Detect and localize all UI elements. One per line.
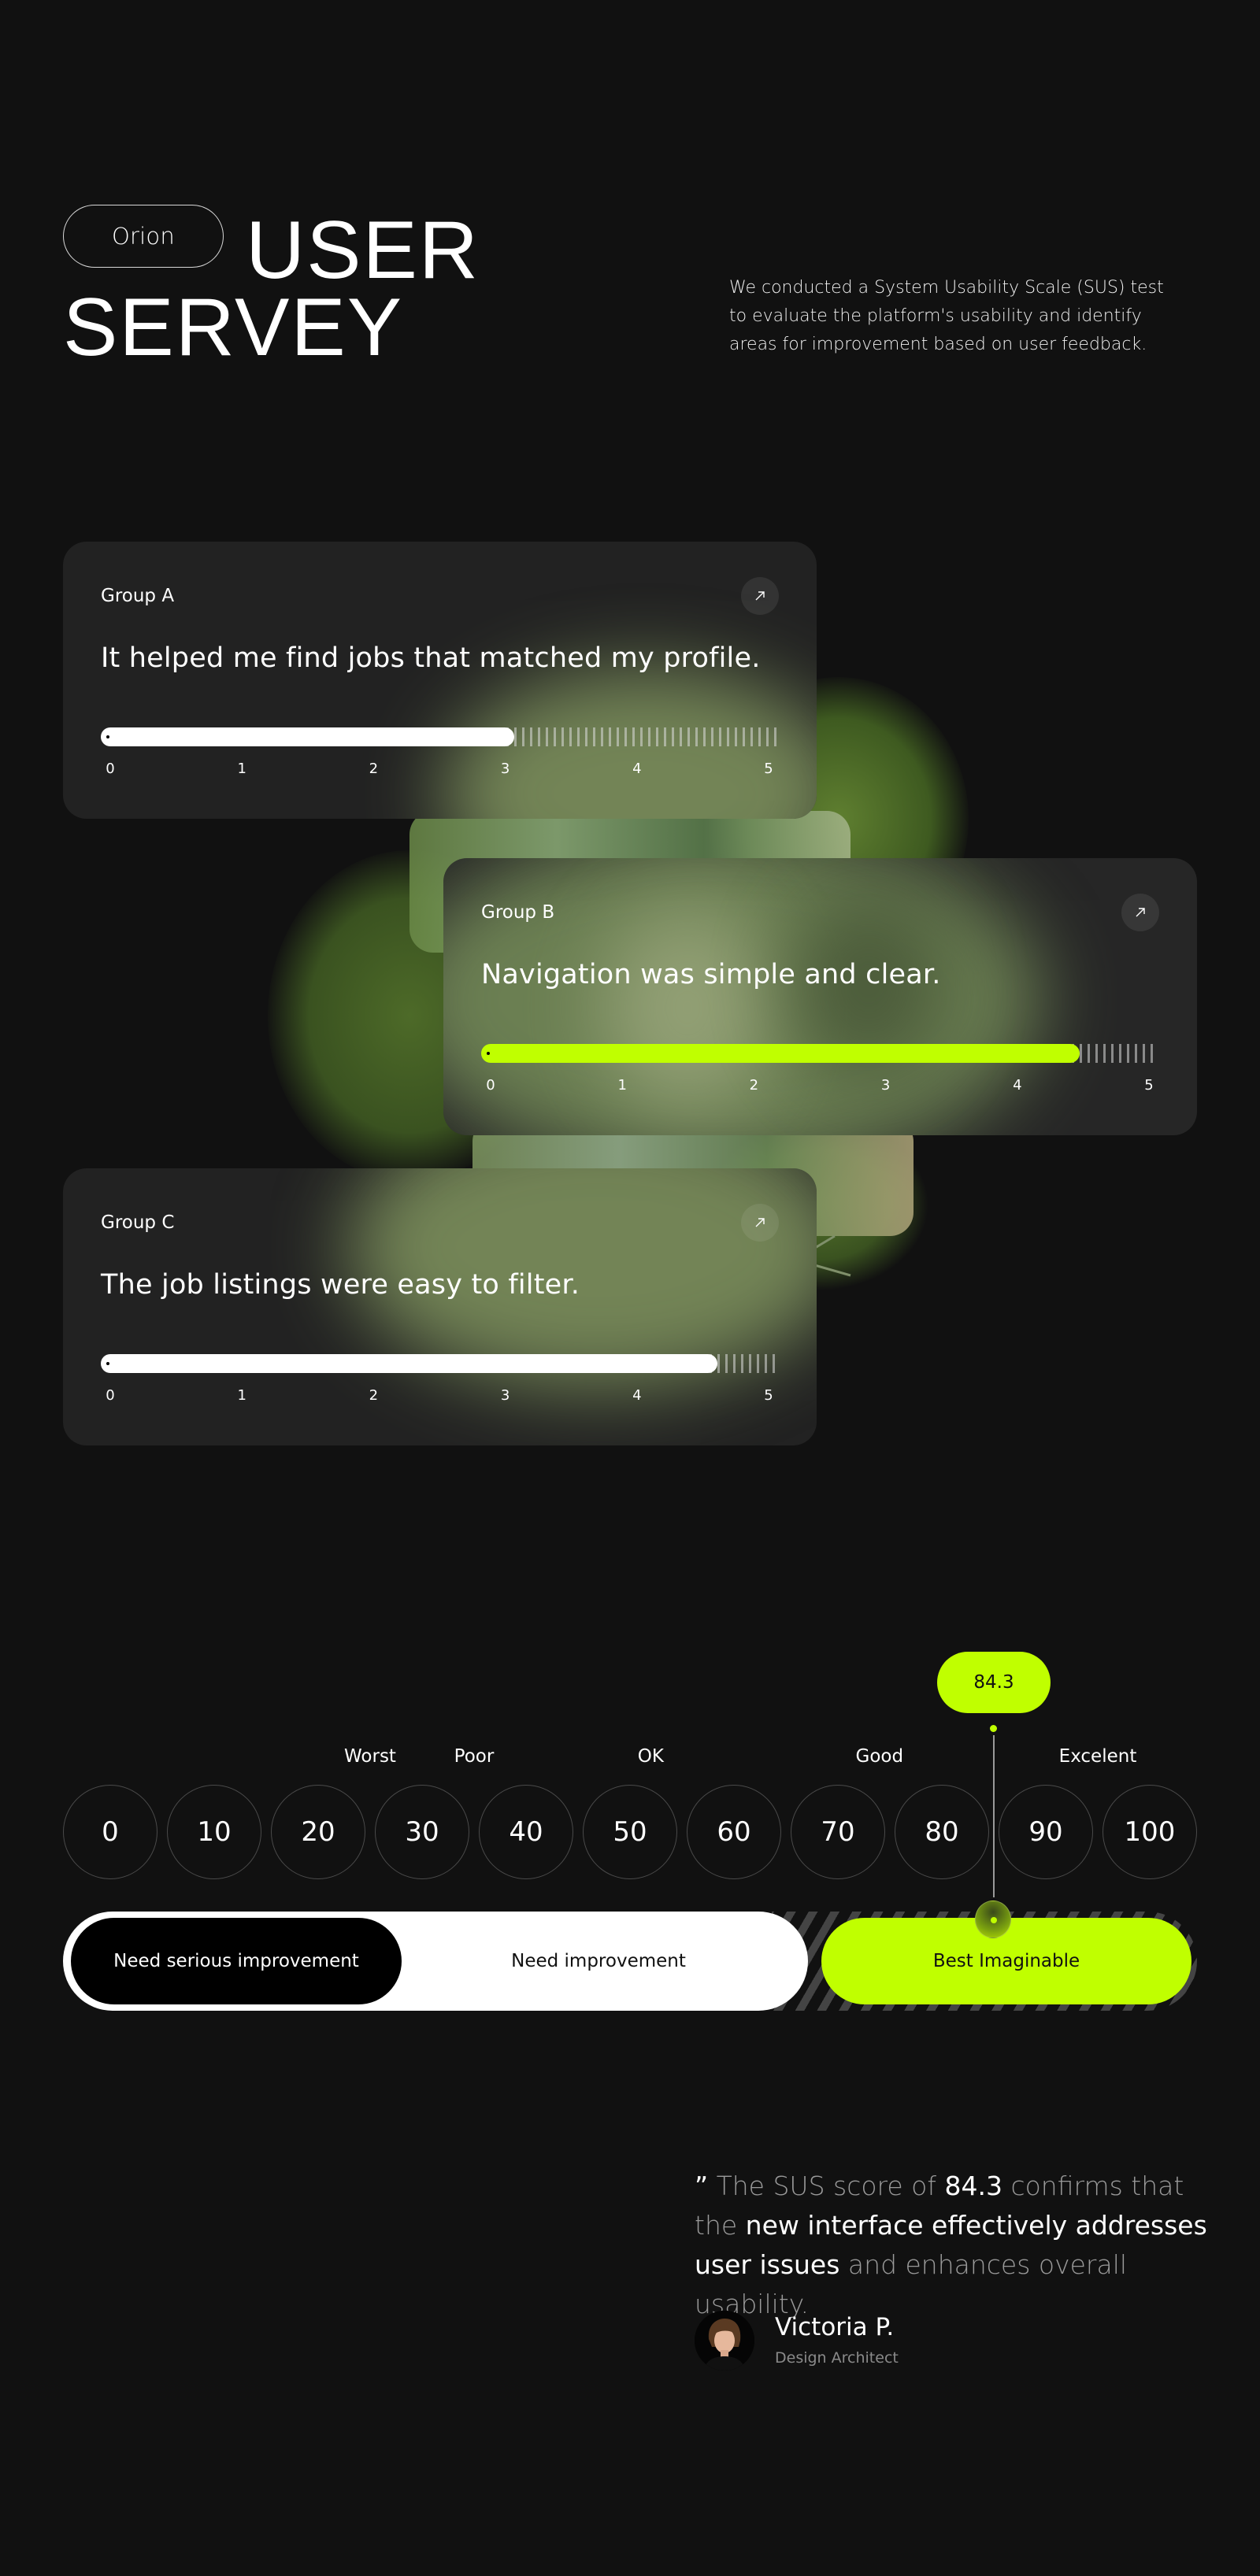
- rating-bar: [101, 727, 778, 746]
- range-need-improvement[interactable]: Need improvement: [402, 1918, 795, 2004]
- page-title-line-1: USER: [246, 205, 480, 296]
- sus-band-label: OK: [637, 1746, 664, 1767]
- scale-label: 5: [764, 1387, 773, 1404]
- score-slider-knob[interactable]: [975, 1901, 1011, 1938]
- survey-statement: Navigation was simple and clear.: [481, 959, 941, 990]
- scale-label: 2: [369, 761, 379, 777]
- sus-number-circle[interactable]: 0: [63, 1785, 158, 1879]
- sus-band-label: Excelent: [1058, 1746, 1137, 1767]
- arrow-up-right-icon: [1136, 908, 1145, 917]
- scale-label: 4: [632, 761, 642, 777]
- survey-statement: The job listings were easy to filter.: [101, 1269, 580, 1301]
- rating-bar-fill: [101, 727, 514, 746]
- scale-label: 2: [369, 1387, 379, 1404]
- sus-number-circle[interactable]: 20: [271, 1785, 365, 1879]
- scale-label: 5: [764, 761, 773, 777]
- score-marker-line: [993, 1735, 995, 1897]
- brand-pill[interactable]: Orion: [63, 205, 224, 268]
- sus-number-circle[interactable]: 60: [687, 1785, 781, 1879]
- scale-label: 4: [632, 1387, 642, 1404]
- scale-label: 5: [1144, 1077, 1154, 1094]
- scale-label: 0: [106, 761, 115, 777]
- survey-card-group-c: Group C The job listings were easy to fi…: [63, 1168, 817, 1445]
- score-marker-dot: [990, 1725, 997, 1732]
- sus-band-label: Poor: [454, 1746, 495, 1767]
- author-avatar: [695, 2311, 754, 2371]
- arrow-up-right-icon: [755, 591, 765, 601]
- scale-label: 2: [749, 1077, 759, 1094]
- quote-score: 84.3: [944, 2171, 1002, 2201]
- scale-label: 1: [237, 761, 246, 777]
- scale-label: 3: [500, 1387, 510, 1404]
- intro-text: We conducted a System Usability Scale (S…: [729, 278, 1164, 354]
- rating-bar-remaining: [506, 727, 778, 746]
- open-details-button[interactable]: [741, 577, 779, 615]
- sus-number-circle[interactable]: 90: [999, 1785, 1093, 1879]
- sus-number-circle[interactable]: 10: [167, 1785, 261, 1879]
- quote-mark: ”: [695, 2171, 709, 2201]
- author-name: Victoria P.: [775, 2313, 895, 2341]
- sus-band-label: Good: [855, 1746, 904, 1767]
- sus-number-circle[interactable]: 70: [791, 1785, 885, 1879]
- open-details-button[interactable]: [1121, 894, 1159, 931]
- group-label: Group A: [101, 586, 175, 606]
- scale-label: 1: [237, 1387, 246, 1404]
- sus-score-badge: 84.3: [937, 1652, 1051, 1713]
- scale-label: 1: [617, 1077, 627, 1094]
- rating-bar: [481, 1044, 1158, 1063]
- rating-scale: 0 1 2 3 4 5: [481, 1077, 1158, 1097]
- scale-label: 3: [500, 761, 510, 777]
- group-label: Group C: [101, 1212, 175, 1233]
- rating-bar-fill: [481, 1044, 1080, 1063]
- rating-bar: [101, 1354, 778, 1373]
- range-need-serious-improvement[interactable]: Need serious improvement: [71, 1918, 402, 2004]
- survey-card-group-a: Group A It helped me find jobs that matc…: [63, 542, 817, 819]
- sus-number-circle[interactable]: 100: [1102, 1785, 1197, 1879]
- sus-band-label: Worst: [344, 1746, 396, 1767]
- group-label: Group B: [481, 902, 555, 923]
- page-title-line-2: SERVEY: [63, 282, 404, 373]
- open-details-button[interactable]: [741, 1204, 779, 1242]
- sus-range-bar: Need serious improvement Need improvemen…: [63, 1901, 1197, 2011]
- scale-label: 0: [106, 1387, 115, 1404]
- scale-label: 0: [486, 1077, 495, 1094]
- arrow-up-right-icon: [755, 1218, 765, 1227]
- sus-number-circle[interactable]: 40: [479, 1785, 573, 1879]
- survey-card-group-b: Group B Navigation was simple and clear.…: [443, 858, 1197, 1135]
- rating-scale: 0 1 2 3 4 5: [101, 761, 778, 781]
- sus-number-circle[interactable]: 50: [583, 1785, 677, 1879]
- rating-bar-fill: [101, 1354, 717, 1373]
- scale-label: 3: [880, 1077, 891, 1094]
- rating-scale: 0 1 2 3 4 5: [101, 1387, 778, 1408]
- sus-number-circle[interactable]: 80: [895, 1785, 989, 1879]
- rating-bar-remaining: [1072, 1044, 1158, 1063]
- rating-bar-remaining: [709, 1354, 778, 1373]
- author-role: Design Architect: [775, 2349, 899, 2367]
- sus-number-circle[interactable]: 30: [375, 1785, 469, 1879]
- survey-statement: It helped me find jobs that matched my p…: [101, 642, 761, 674]
- testimonial-quote: ” The SUS score of 84.3 confirms that th…: [695, 2167, 1214, 2324]
- person-portrait-icon: [695, 2311, 754, 2371]
- quote-text: The SUS score of: [708, 2171, 945, 2201]
- scale-label: 4: [1013, 1077, 1022, 1094]
